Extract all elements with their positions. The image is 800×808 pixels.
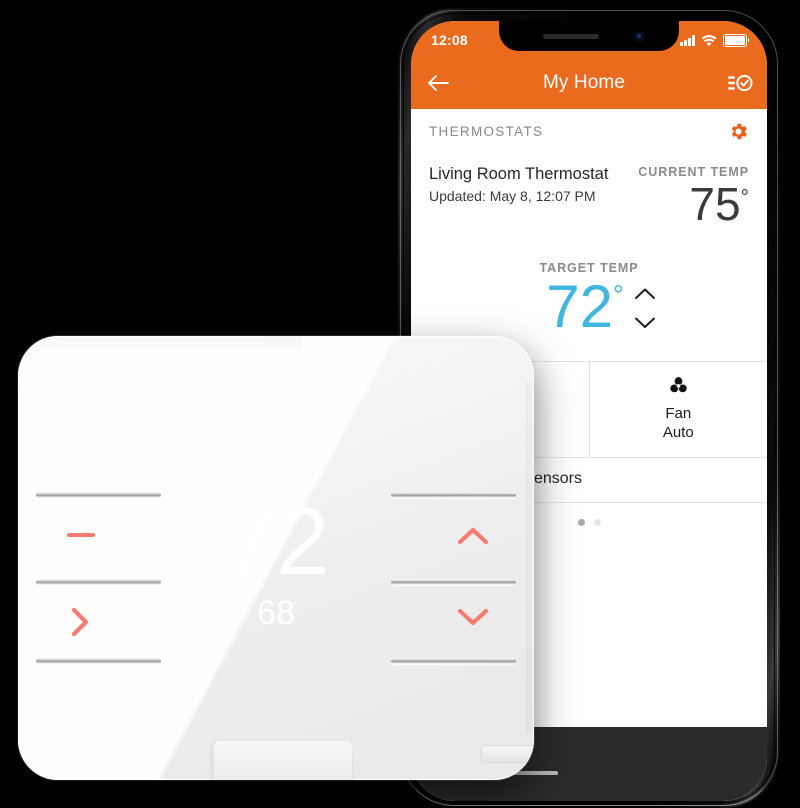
device-slot-right-1 — [391, 492, 516, 498]
target-temp-row: 72 ° — [411, 272, 767, 340]
screenshot-stage: 12:08 My Home THERMOSTATS Living Room Th… — [0, 0, 800, 808]
chevron-down-icon — [456, 608, 490, 631]
battery-full-icon — [723, 34, 750, 47]
device-slot-right-2 — [391, 579, 516, 585]
target-temp-value-row: 72 ° — [546, 272, 624, 340]
fan-button-label: Fan — [665, 404, 692, 422]
device-display: HEAT 72 68 — [186, 476, 366, 630]
list-check-button[interactable] — [713, 73, 767, 93]
target-temp-value: 72 — [546, 272, 613, 340]
thermostat-device: HEAT 72 68 — [18, 336, 534, 780]
back-arrow-icon — [426, 73, 450, 93]
chevron-up-icon — [456, 527, 490, 550]
target-temp-block: TARGET TEMP 72 ° — [411, 261, 767, 337]
minus-icon — [66, 528, 96, 545]
device-up-button[interactable] — [456, 526, 490, 546]
pagination-dot-2[interactable] — [593, 518, 601, 526]
device-right-edge — [526, 382, 534, 734]
target-temp-stepper — [634, 287, 656, 329]
status-bar-clock: 12:08 — [431, 32, 468, 48]
section-header: THERMOSTATS — [411, 109, 767, 153]
app-bar: My Home — [411, 57, 767, 109]
fan-button[interactable]: Fan Auto — [588, 361, 768, 457]
device-down-button[interactable] — [456, 607, 490, 627]
target-temp-decrease-button[interactable] — [634, 316, 656, 329]
device-temperature: 72 — [223, 488, 330, 595]
device-side-tab — [482, 746, 534, 762]
device-stand-foot — [213, 740, 353, 780]
chevron-up-icon — [634, 287, 656, 304]
thermostat-summary-row: Living Room Thermostat Updated: May 8, 1… — [411, 153, 767, 227]
settings-button[interactable] — [728, 121, 749, 142]
current-temp-value-row: 75 ° — [638, 178, 749, 230]
device-decrease-button[interactable] — [66, 529, 96, 541]
section-title: THERMOSTATS — [429, 123, 544, 139]
device-slot-left-2 — [36, 579, 161, 585]
fan-icon — [590, 374, 768, 398]
current-temp-block: CURRENT TEMP 75 ° — [638, 163, 749, 227]
status-bar-indicators — [680, 34, 750, 47]
degree-symbol: ° — [740, 186, 749, 209]
degree-symbol: ° — [612, 279, 624, 310]
device-slot-left-1 — [36, 492, 161, 498]
current-temp-value: 75 — [689, 178, 741, 230]
page-title: My Home — [543, 72, 625, 93]
device-top-shading — [18, 336, 302, 354]
device-menu-button[interactable] — [70, 606, 90, 638]
phone-notch — [499, 21, 679, 51]
list-check-icon — [727, 73, 753, 93]
target-temp-increase-button[interactable] — [634, 287, 656, 300]
fan-button-state: Auto — [662, 424, 694, 442]
chevron-right-icon — [70, 607, 90, 642]
device-slot-right-3 — [391, 658, 516, 664]
front-camera — [634, 31, 645, 42]
current-temp-label: CURRENT TEMP — [638, 165, 749, 179]
thermostat-name: Living Room Thermostat — [429, 165, 609, 183]
earpiece-speaker — [543, 34, 599, 39]
device-slot-left-3 — [36, 658, 161, 664]
cellular-signal-icon — [680, 35, 695, 46]
device-secondary-temperature: 68 — [257, 594, 295, 632]
thermostat-identity: Living Room Thermostat Updated: May 8, 1… — [429, 163, 608, 207]
gear-icon — [728, 123, 749, 146]
chevron-down-icon — [634, 316, 656, 333]
wifi-icon — [701, 34, 717, 47]
pagination-dot-1[interactable] — [577, 518, 585, 526]
thermostat-updated: Updated: May 8, 12:07 PM — [429, 188, 596, 205]
